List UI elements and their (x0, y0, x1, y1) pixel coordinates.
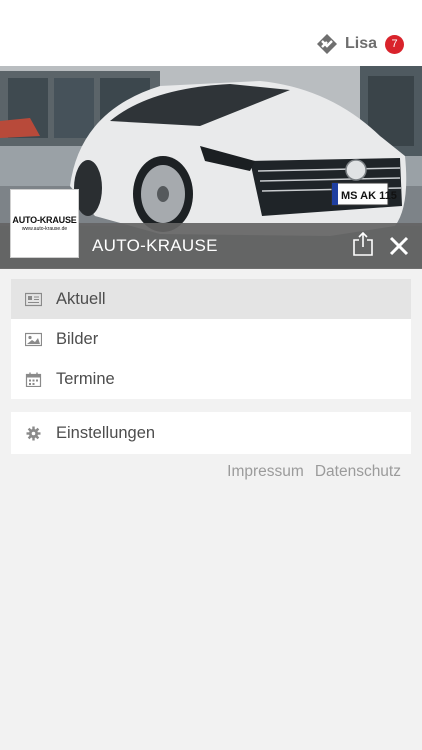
datenschutz-link[interactable]: Datenschutz (315, 463, 401, 481)
license-plate: MS AK 115 (341, 190, 397, 202)
menu-item-label: Aktuell (56, 289, 106, 308)
top-bar: Lisa 7 (0, 0, 422, 66)
company-title: AUTO-KRAUSE (92, 236, 218, 255)
user-menu[interactable]: Lisa 7 (316, 32, 404, 56)
menu-item-label: Termine (56, 369, 115, 388)
gear-icon (26, 426, 41, 440)
settings-menu: Einstellungen (11, 412, 411, 454)
logo-title: AUTO-KRAUSE (12, 215, 77, 225)
menu-item-label: Einstellungen (56, 423, 156, 442)
logo-url: www.auto-krause.de (21, 226, 68, 232)
calendar-icon (25, 372, 42, 387)
main-menu: Aktuell Bilder Termine (11, 279, 411, 399)
company-logo: AUTO-KRAUSE www.auto-krause.de (10, 189, 79, 258)
notification-badge[interactable]: 7 (385, 34, 404, 54)
close-icon[interactable] (389, 236, 409, 256)
impressum-link[interactable]: Impressum (227, 463, 304, 481)
newspaper-icon (25, 292, 42, 306)
share-icon[interactable] (352, 231, 374, 257)
menu-item-label: Bilder (56, 329, 99, 348)
image-icon (25, 332, 42, 346)
menu-item-aktuell[interactable]: Aktuell (11, 279, 411, 319)
user-name[interactable]: Lisa (345, 35, 377, 53)
app-logo-icon (316, 34, 337, 54)
footer-links: Impressum Datenschutz (227, 463, 401, 481)
menu-item-einstellungen[interactable]: Einstellungen (11, 412, 411, 454)
menu-item-termine[interactable]: Termine (11, 359, 411, 399)
menu-item-bilder[interactable]: Bilder (11, 319, 411, 359)
